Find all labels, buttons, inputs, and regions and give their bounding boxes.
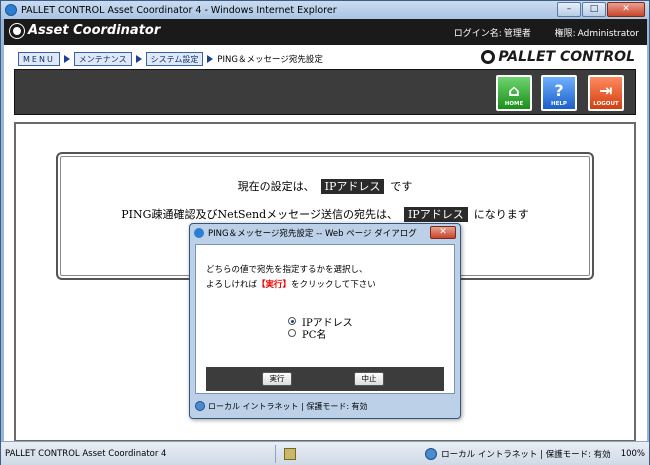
login-label: ログイン名:: [453, 29, 502, 39]
destination-value: IPアドレス: [403, 207, 468, 222]
current-setting-value: IPアドレス: [320, 179, 385, 194]
toolbar: ⌂ HOME ? HELP ⇥ LOGOUT: [14, 69, 636, 115]
ie-logo-icon: [5, 4, 17, 16]
dialog-statusbar: ローカル イントラネット | 保護モード: 有効: [195, 398, 455, 414]
window-titlebar: PALLET CONTROL Asset Coordinator 4 - Win…: [1, 1, 649, 19]
dialog-titlebar: PING＆メッセージ宛先設定 -- Web ページ ダイアログ: [190, 224, 460, 242]
globe-icon: [425, 447, 438, 460]
brand-text: PALLET CONTROL: [498, 49, 635, 65]
dialog-body: どちらの値で宛先を指定するかを選択し、 よろしければ【実行】をクリックして下さい…: [195, 244, 455, 394]
window-controls: – □ ✕: [557, 2, 645, 17]
home-button[interactable]: ⌂ HOME: [496, 75, 532, 111]
zoom-level[interactable]: 100%: [621, 449, 645, 459]
radio-pc-name[interactable]: PC名: [288, 327, 353, 341]
execute-button[interactable]: 実行: [262, 372, 292, 386]
question-icon: ?: [554, 81, 564, 100]
house-icon: ⌂: [508, 81, 520, 100]
dialog-status-text: ローカル イントラネット | 保護モード: 有効: [208, 401, 368, 411]
authority-value: Administrator: [577, 29, 639, 39]
breadcrumb-menu[interactable]: MENU: [18, 52, 60, 66]
current-setting-line: 現在の設定は、 IPアドレス です: [237, 179, 413, 194]
breadcrumb-bar: MENU メンテナンス システム設定 PING＆メッセージ宛先設定 PALLET…: [4, 45, 647, 69]
app-header: Asset Coordinator ログイン名: 管理者 権限: Administr…: [4, 19, 647, 45]
logout-button[interactable]: ⇥ LOGOUT: [588, 75, 624, 111]
security-zone[interactable]: ローカル イントラネット | 保護モード: 有効 100%: [425, 447, 649, 460]
logout-label: LOGOUT: [593, 101, 619, 107]
breadcrumb-current: PING＆メッセージ宛先設定: [217, 55, 323, 65]
ie-logo-icon: [194, 228, 204, 238]
app-logo: Asset Coordinator: [10, 23, 160, 38]
zone-text: ローカル イントラネット | 保護モード: 有効: [441, 449, 611, 460]
breadcrumb-arrow-icon: [135, 55, 142, 63]
breadcrumb-arrow-icon: [207, 55, 214, 63]
help-label: HELP: [551, 101, 567, 107]
help-button[interactable]: ? HELP: [541, 75, 577, 111]
close-window-button[interactable]: ✕: [607, 2, 645, 17]
logout-icon: ⇥: [599, 81, 613, 100]
cancel-button[interactable]: 中止: [354, 372, 384, 386]
destination-radio-group: IPアドレス PC名: [288, 315, 353, 341]
destination-line: PING疎通確認及びNetSendメッセージ送信の宛先は、 IPアドレス になります: [121, 207, 529, 222]
breadcrumb-maintenance[interactable]: メンテナンス: [73, 52, 132, 66]
browser-statusbar: PALLET CONTROL Asset Coordinator 4 ローカル …: [1, 441, 649, 465]
dialog-close-button[interactable]: ✕: [430, 226, 456, 239]
user-info: ログイン名: 管理者 権限: Administrator: [452, 26, 639, 39]
minimize-button[interactable]: –: [557, 2, 581, 17]
breadcrumb-arrow-icon: [63, 55, 70, 63]
home-label: HOME: [504, 101, 524, 107]
radio-unselected-icon[interactable]: [288, 329, 296, 337]
login-value: 管理者: [503, 29, 531, 39]
dialog-button-bar: 実行 中止: [206, 367, 444, 391]
authority-label: 権限:: [554, 29, 576, 39]
dialog-instructions: どちらの値で宛先を指定するかを選択し、 よろしければ【実行】をクリックして下さい: [206, 265, 376, 290]
status-text: PALLET CONTROL Asset Coordinator 4: [5, 448, 167, 459]
radio-selected-icon[interactable]: [288, 317, 296, 325]
dialog-title: PING＆メッセージ宛先設定 -- Web ページ ダイアログ: [208, 229, 417, 239]
browser-window: PALLET CONTROL Asset Coordinator 4 - Win…: [0, 0, 650, 465]
destination-dialog: PING＆メッセージ宛先設定 -- Web ページ ダイアログ ✕ どちらの値で…: [189, 223, 461, 419]
globe-icon: [195, 401, 205, 411]
breadcrumb: MENU メンテナンス システム設定 PING＆メッセージ宛先設定: [18, 52, 323, 66]
maximize-button[interactable]: □: [582, 2, 606, 17]
breadcrumb-system-settings[interactable]: システム設定: [145, 52, 204, 66]
window-title: PALLET CONTROL Asset Coordinator 4 - Win…: [21, 4, 337, 16]
exec-highlight: 【実行】: [257, 280, 292, 290]
app-logo-text: Asset Coordinator: [28, 23, 161, 38]
page-icon: [284, 447, 296, 460]
brand-logo: PALLET CONTROL: [481, 49, 635, 65]
logo-ring-icon: [10, 23, 24, 38]
brand-ring-icon: [481, 50, 496, 64]
